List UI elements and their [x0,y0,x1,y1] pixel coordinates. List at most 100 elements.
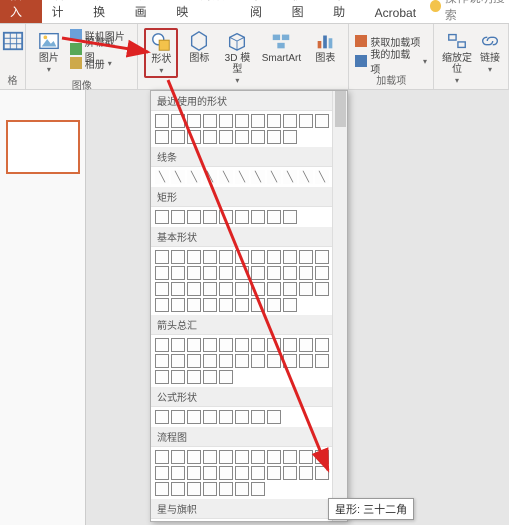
pictures-button[interactable]: 图片 ▾ [32,28,66,76]
shape-swatch[interactable] [251,298,265,312]
shape-swatch[interactable] [267,282,281,296]
shape-swatch[interactable] [171,354,185,368]
shape-swatch[interactable] [219,298,233,312]
tell-me-search[interactable]: 操作说明搜索 [430,0,509,23]
shape-swatch[interactable] [155,210,169,224]
shape-swatch[interactable] [267,130,281,144]
chart-button[interactable]: 图表 [308,28,342,66]
shape-swatch[interactable] [235,130,249,144]
shape-swatch[interactable] [203,338,217,352]
tab-animations[interactable]: 动画 [125,0,167,23]
shape-swatch[interactable] [155,114,169,128]
shape-swatch[interactable] [235,298,249,312]
shape-swatch[interactable] [283,210,297,224]
shape-swatch[interactable]: ╲ [235,170,249,184]
shape-swatch[interactable] [315,282,329,296]
shape-swatch[interactable] [283,466,297,480]
shapes-button[interactable]: 形状 ▾ [144,28,178,78]
shape-swatch[interactable] [155,282,169,296]
scroll-thumb[interactable] [335,91,346,127]
shape-swatch[interactable] [267,338,281,352]
shape-swatch[interactable] [251,466,265,480]
shape-swatch[interactable] [267,266,281,280]
shape-swatch[interactable] [171,410,185,424]
shape-swatch[interactable]: ╲ [267,170,281,184]
shape-swatch[interactable] [251,114,265,128]
shape-swatch[interactable] [203,210,217,224]
3dmodels-button[interactable]: 3D 模型 ▾ [220,28,254,87]
tab-review[interactable]: 审阅 [240,0,282,23]
shape-swatch[interactable] [315,114,329,128]
shape-swatch[interactable] [283,354,297,368]
shape-swatch[interactable] [251,482,265,496]
shape-swatch[interactable] [235,450,249,464]
shape-swatch[interactable] [219,354,233,368]
shape-swatch[interactable] [155,450,169,464]
shape-swatch[interactable] [251,338,265,352]
shape-swatch[interactable] [235,282,249,296]
shape-swatch[interactable] [187,482,201,496]
icons-button[interactable]: 图标 [182,28,216,66]
shape-swatch[interactable]: ╲ [187,170,201,184]
tab-transitions[interactable]: 切换 [83,0,125,23]
shape-swatch[interactable]: ╲ [283,170,297,184]
shape-swatch[interactable] [283,450,297,464]
shape-swatch[interactable] [219,266,233,280]
shape-swatch[interactable] [187,450,201,464]
shape-swatch[interactable] [315,266,329,280]
shape-swatch[interactable] [219,282,233,296]
shape-swatch[interactable] [219,250,233,264]
shape-swatch[interactable]: ╲ [315,170,329,184]
shape-swatch[interactable] [155,466,169,480]
shape-swatch[interactable] [187,410,201,424]
link-button[interactable]: 链接 ▾ [478,28,502,76]
tab-insert[interactable]: 插入 [0,0,42,23]
shape-swatch[interactable] [235,210,249,224]
shape-swatch[interactable] [187,282,201,296]
shape-swatch[interactable] [203,450,217,464]
shape-swatch[interactable]: ╲ [203,170,217,184]
shape-swatch[interactable] [203,466,217,480]
shape-swatch[interactable] [171,250,185,264]
shape-swatch[interactable] [283,266,297,280]
shape-swatch[interactable] [155,338,169,352]
shape-swatch[interactable] [251,250,265,264]
shape-swatch[interactable] [171,450,185,464]
shape-swatch[interactable] [219,482,233,496]
shape-swatch[interactable] [235,250,249,264]
shape-swatch[interactable] [203,298,217,312]
shape-swatch[interactable] [155,482,169,496]
shape-swatch[interactable] [187,298,201,312]
shape-swatch[interactable] [251,210,265,224]
shape-swatch[interactable] [299,450,313,464]
shape-swatch[interactable] [219,338,233,352]
shape-swatch[interactable] [251,130,265,144]
shape-swatch[interactable]: ╲ [299,170,313,184]
shape-swatch[interactable] [203,130,217,144]
shape-swatch[interactable] [187,466,201,480]
shape-swatch[interactable] [155,410,169,424]
shape-swatch[interactable] [171,482,185,496]
shape-swatch[interactable] [171,210,185,224]
shape-swatch[interactable] [155,354,169,368]
shape-swatch[interactable] [267,450,281,464]
shape-swatch[interactable] [299,282,313,296]
shape-swatch[interactable] [219,130,233,144]
shape-swatch[interactable] [171,338,185,352]
shape-swatch[interactable] [203,370,217,384]
shape-swatch[interactable] [267,210,281,224]
shape-swatch[interactable] [187,266,201,280]
shape-swatch[interactable] [155,266,169,280]
shape-swatch[interactable] [219,466,233,480]
shape-swatch[interactable] [155,370,169,384]
album-button[interactable]: 相册▾ [70,56,132,70]
shape-swatch[interactable] [299,250,313,264]
shape-swatch[interactable] [219,370,233,384]
shape-swatch[interactable] [315,338,329,352]
shape-swatch[interactable]: ╲ [251,170,265,184]
shape-swatch[interactable] [171,130,185,144]
shape-swatch[interactable] [299,114,313,128]
shape-swatch[interactable] [203,266,217,280]
shape-swatch[interactable] [219,114,233,128]
shape-swatch[interactable]: ╲ [155,170,169,184]
